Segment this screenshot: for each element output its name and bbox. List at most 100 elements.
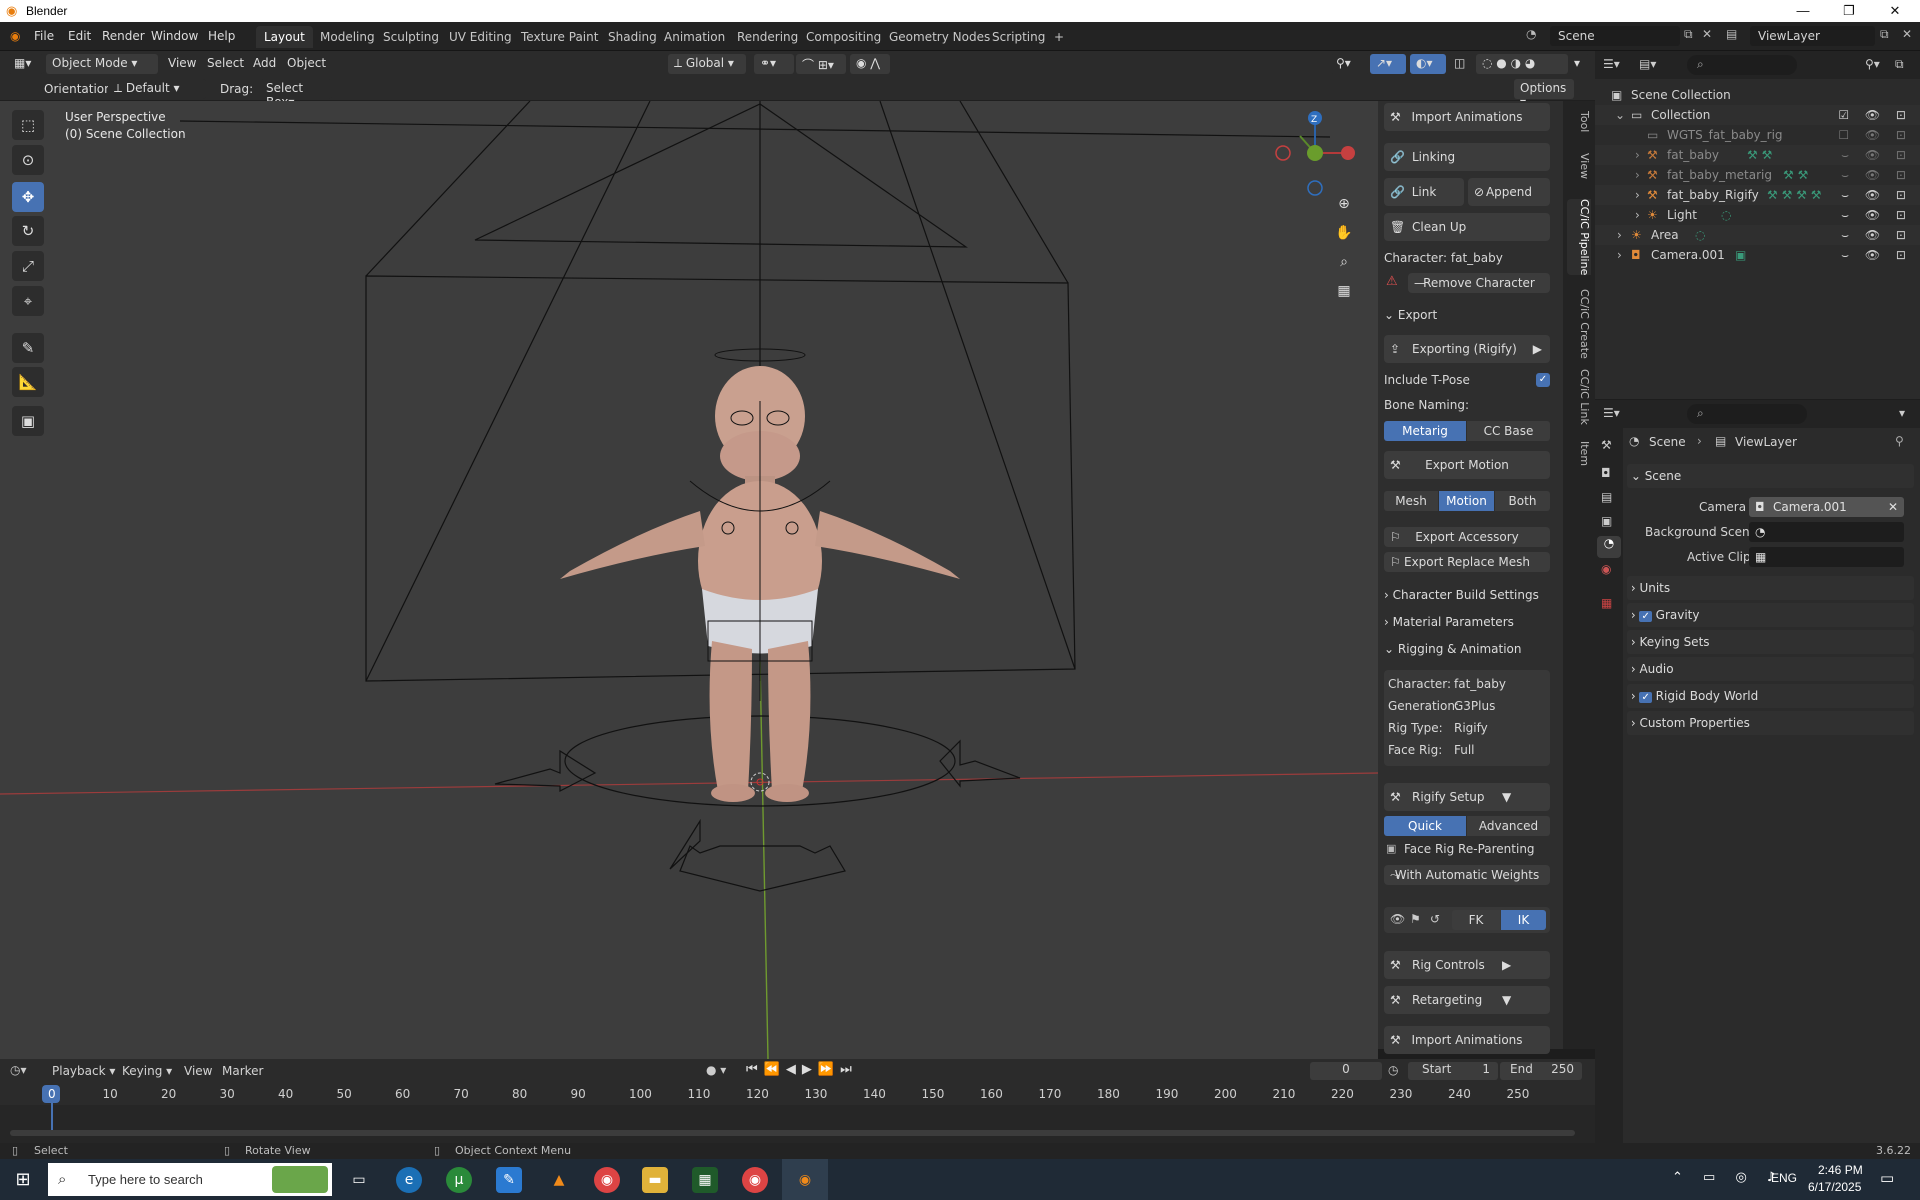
menu-playback[interactable]: Playback ▾ bbox=[52, 1064, 115, 1078]
add-workspace-button[interactable]: + bbox=[1046, 26, 1072, 48]
chrome-profile-icon[interactable]: ◉ bbox=[742, 1167, 768, 1193]
menu-edit[interactable]: Edit bbox=[68, 29, 91, 43]
active-clip-field[interactable]: ▦ bbox=[1749, 547, 1904, 567]
clock-time[interactable]: 2:46 PM bbox=[1818, 1163, 1863, 1177]
retargeting-button[interactable]: ⚒ Retargeting ▼ bbox=[1384, 986, 1550, 1014]
tab-geometry-nodes[interactable]: Geometry Nodes bbox=[881, 26, 998, 48]
snap-icon[interactable]: ⌒ ⊞▾ bbox=[796, 54, 846, 74]
row-visibility-icons[interactable]: ☑ 👁 ⊡ bbox=[1838, 105, 1912, 125]
measure-icon[interactable]: 📐 bbox=[12, 367, 44, 397]
row-visibility-icons[interactable]: ☐ 👁 ⊡ bbox=[1838, 125, 1912, 145]
background-scene-field[interactable]: ◔ bbox=[1749, 522, 1904, 542]
both-option[interactable]: Both bbox=[1495, 491, 1550, 511]
clear-camera-icon[interactable]: ✕ bbox=[1888, 497, 1898, 517]
tab-compositing[interactable]: Compositing bbox=[798, 26, 889, 48]
delete-scene-icon[interactable]: ✕ bbox=[1702, 27, 1712, 41]
menu-view[interactable]: View bbox=[168, 56, 196, 70]
expand-icon[interactable]: › bbox=[1635, 165, 1640, 185]
row-visibility-icons[interactable]: ⌣ 👁 ⊡ bbox=[1841, 185, 1912, 205]
editor-type-icon[interactable]: ▦▾ bbox=[8, 54, 44, 74]
mesh-option[interactable]: Mesh bbox=[1384, 491, 1438, 511]
quick-option[interactable]: Quick bbox=[1384, 816, 1466, 836]
tab-view[interactable]: View bbox=[1567, 153, 1591, 179]
overlay-toggle-icon[interactable]: ◐▾ bbox=[1410, 54, 1446, 74]
export-replace-mesh-button[interactable]: ⚐ Export Replace Mesh bbox=[1384, 552, 1550, 572]
minimize-button[interactable]: — bbox=[1780, 0, 1826, 22]
outliner-row-camera[interactable]: › ◘ Camera.001 ▣ ⌣ 👁 ⊡ bbox=[1595, 245, 1920, 265]
menu-timeline-view[interactable]: View bbox=[184, 1064, 212, 1078]
file-explorer-icon[interactable]: ▬ bbox=[642, 1167, 668, 1193]
rigid-body-checkbox[interactable]: ✓ bbox=[1639, 692, 1652, 703]
with-automatic-weights-button[interactable]: ⤳ With Automatic Weights bbox=[1384, 865, 1550, 885]
menu-object[interactable]: Object bbox=[287, 56, 326, 70]
fk-option[interactable]: FK bbox=[1452, 910, 1500, 930]
move-icon[interactable]: ✥ bbox=[12, 182, 44, 212]
remove-character-button[interactable]: — Remove Character bbox=[1408, 273, 1550, 293]
properties-editor-icon[interactable]: ☰▾ bbox=[1603, 406, 1620, 420]
render-props-icon[interactable]: ◘ bbox=[1601, 466, 1611, 480]
view-layer-props-icon[interactable]: ▣ bbox=[1601, 514, 1612, 528]
ik-option[interactable]: IK bbox=[1501, 910, 1546, 930]
cursor-icon[interactable]: ⊙ bbox=[12, 145, 44, 175]
material-parameters-section[interactable]: › Material Parameters bbox=[1384, 611, 1554, 633]
tab-rendering[interactable]: Rendering bbox=[729, 26, 806, 48]
units-panel-header[interactable]: › Units bbox=[1627, 576, 1914, 600]
tab-animation[interactable]: Animation bbox=[656, 26, 733, 48]
motion-option[interactable]: Motion bbox=[1439, 491, 1494, 511]
expand-icon[interactable]: › bbox=[1617, 225, 1622, 245]
audio-panel-header[interactable]: › Audio bbox=[1627, 657, 1914, 681]
export-accessory-button[interactable]: ⚐ Export Accessory bbox=[1384, 527, 1550, 547]
row-visibility-icons[interactable]: ⌣ 👁 ⊡ bbox=[1841, 165, 1912, 185]
world-props-icon[interactable]: ◉ bbox=[1601, 562, 1611, 576]
scale-icon[interactable]: ⤢ bbox=[12, 251, 44, 281]
outliner-row-scene-collection[interactable]: ▣ Scene Collection bbox=[1595, 85, 1920, 105]
playback-controls-icons[interactable]: ⏮⏪◀▶⏩⏭ bbox=[746, 1062, 858, 1077]
blender-menu-icon[interactable]: ◉ bbox=[10, 29, 20, 43]
outliner-row-metarig[interactable]: › ⚒ fat_baby_metarig ⚒ ⚒ ⌣ 👁 ⊡ bbox=[1595, 165, 1920, 185]
tab-scripting[interactable]: Scripting bbox=[984, 26, 1053, 48]
pan-hand-icon[interactable]: ✋ bbox=[1333, 225, 1355, 247]
delete-view-layer-icon[interactable]: ✕ bbox=[1902, 27, 1912, 41]
new-collection-icon[interactable]: ⧉ bbox=[1895, 57, 1904, 72]
proportional-edit-icon[interactable]: ◉ ⋀ bbox=[850, 54, 890, 74]
menu-marker[interactable]: Marker bbox=[222, 1064, 263, 1078]
paint-icon[interactable]: ✎ bbox=[496, 1167, 522, 1193]
zoom-icon[interactable]: ⊕ bbox=[1333, 196, 1355, 218]
tab-cc-ic-pipeline[interactable]: CC/iC Pipeline bbox=[1567, 199, 1591, 276]
gravity-checkbox[interactable]: ✓ bbox=[1639, 611, 1652, 622]
outliner-row-rigify[interactable]: › ⚒ fat_baby_Rigify ⚒ ⚒ ⚒ ⚒ ⌣ 👁 ⊡ bbox=[1595, 185, 1920, 205]
tab-sculpting[interactable]: Sculpting bbox=[375, 26, 447, 48]
properties-search-input[interactable]: ⌕ bbox=[1687, 404, 1807, 424]
outliner-editor-icon[interactable]: ☰▾ bbox=[1603, 57, 1620, 71]
tab-modeling[interactable]: Modeling bbox=[312, 26, 383, 48]
visibility-icon[interactable]: ⚲▾ bbox=[1330, 54, 1370, 74]
camera-field[interactable]: Camera.001 ◘ ✕ bbox=[1749, 497, 1904, 517]
rotate-icon[interactable]: ↻ bbox=[12, 216, 44, 246]
outliner-row-collection[interactable]: ⌄ ▭ Collection ☑ 👁 ⊡ bbox=[1595, 105, 1920, 125]
scene-selector-icon[interactable]: ◔ bbox=[1526, 27, 1546, 45]
scene-field[interactable]: Scene bbox=[1550, 26, 1680, 46]
outliner-row-wgts[interactable]: ▭ WGTS_fat_baby_rig ☐ 👁 ⊡ bbox=[1595, 125, 1920, 145]
expand-icon[interactable]: › bbox=[1635, 145, 1640, 165]
metarig-option[interactable]: Metarig bbox=[1384, 421, 1466, 441]
system-tray-icons[interactable]: ⌃ ▭ ◎ ♪ bbox=[1672, 1170, 1783, 1185]
export-motion-button[interactable]: ⚒ Export Motion bbox=[1384, 451, 1550, 479]
frame-ruler[interactable]: 0 10 20 30 40 50 60 70 80 90 100 110 120 130 140 150 160… bbox=[0, 1083, 1595, 1105]
blender-taskbar-active[interactable]: ◉ bbox=[782, 1159, 828, 1200]
rigify-setup-button[interactable]: ⚒ Rigify Setup ▼ bbox=[1384, 783, 1550, 811]
advanced-option[interactable]: Advanced bbox=[1467, 816, 1550, 836]
end-frame-field[interactable]: End 250 bbox=[1500, 1062, 1582, 1080]
keying-sets-panel-header[interactable]: › Keying Sets bbox=[1627, 630, 1914, 654]
start-frame-field[interactable]: Start 1 bbox=[1408, 1062, 1498, 1080]
3d-viewport[interactable]: User Perspective (0) Scene Collection Z … bbox=[0, 101, 1378, 1059]
gizmo-toggle-icon[interactable]: ↗▾ bbox=[1370, 54, 1406, 74]
clean-up-button[interactable]: 🗑 Clean Up bbox=[1384, 213, 1550, 241]
annotate-icon[interactable]: ✎ bbox=[12, 333, 44, 363]
custom-properties-panel-header[interactable]: › Custom Properties bbox=[1627, 711, 1914, 735]
filter-icon[interactable]: ⚲▾ bbox=[1865, 57, 1880, 71]
current-frame-field[interactable]: 0 bbox=[1310, 1062, 1382, 1080]
character-build-settings-section[interactable]: › Character Build Settings bbox=[1384, 584, 1554, 606]
nvidia-app-icon[interactable]: ▦ bbox=[692, 1167, 718, 1193]
timeline-scrollbar[interactable] bbox=[10, 1130, 1575, 1136]
output-props-icon[interactable]: ▤ bbox=[1601, 490, 1612, 504]
